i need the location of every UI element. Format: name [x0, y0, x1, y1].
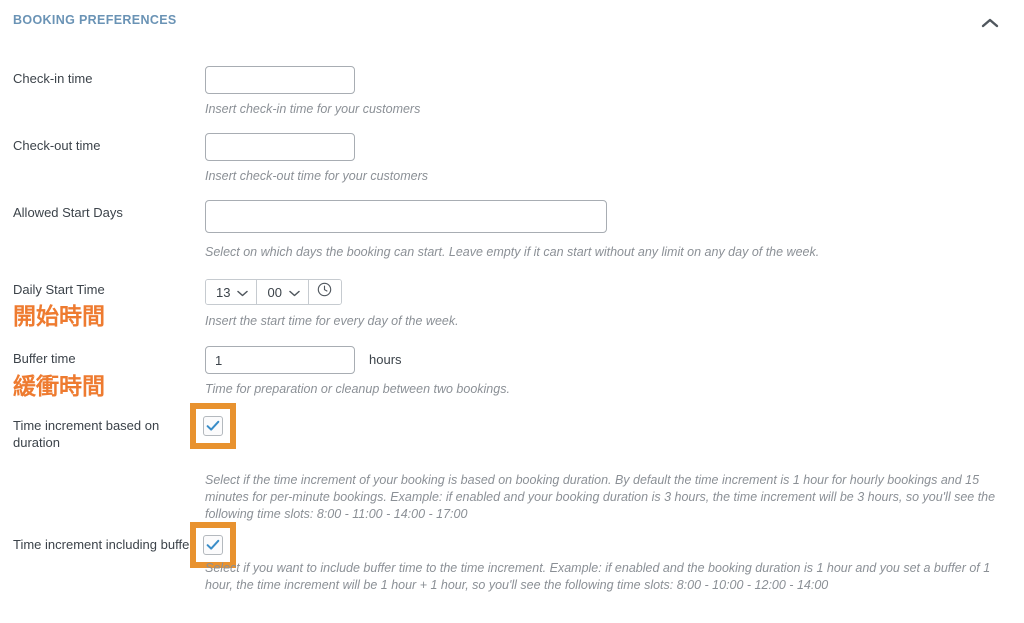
daily-start-minute-value: 00	[267, 284, 282, 300]
page-title: BOOKING PREFERENCES	[13, 13, 177, 27]
time-increment-duration-checkbox[interactable]	[203, 416, 223, 436]
check-in-time-label: Check-in time	[13, 71, 93, 86]
chevron-down-icon	[289, 285, 300, 300]
allowed-start-days-label: Allowed Start Days	[13, 205, 123, 220]
chevron-up-icon	[981, 17, 999, 29]
check-out-time-helper: Insert check-out time for your customers	[205, 169, 428, 183]
buffer-time-helper: Time for preparation or cleanup between …	[205, 382, 510, 396]
time-increment-buffer-helper: Select if you want to include buffer tim…	[205, 561, 991, 592]
time-increment-duration-highlight	[190, 403, 236, 449]
allowed-start-days-helper: Select on which days the booking can sta…	[205, 245, 820, 259]
time-increment-buffer-label: Time increment including buffer	[13, 537, 194, 552]
buffer-time-input[interactable]	[205, 346, 355, 374]
daily-start-time-label: Daily Start Time	[13, 282, 105, 297]
buffer-time-label: Buffer time	[13, 351, 76, 366]
check-out-time-label: Check-out time	[13, 138, 101, 153]
buffer-time-jp-annotation: 緩衝時間	[13, 373, 105, 399]
chevron-down-icon	[237, 285, 249, 300]
daily-start-time-picker-button[interactable]	[308, 280, 341, 304]
check-in-time-helper: Insert check-in time for your customers	[205, 102, 421, 116]
collapse-panel-button[interactable]	[978, 11, 1002, 35]
check-icon	[206, 420, 220, 432]
panel-header: BOOKING PREFERENCES	[0, 0, 1024, 42]
daily-start-time-helper: Insert the start time for every day of t…	[205, 314, 459, 328]
check-out-time-input[interactable]	[205, 133, 355, 161]
buffer-time-unit: hours	[369, 352, 402, 367]
daily-start-time-control[interactable]: 13 00	[205, 279, 342, 305]
daily-start-hour-select[interactable]: 13	[206, 280, 258, 304]
check-icon	[206, 539, 220, 551]
clock-icon	[317, 282, 332, 302]
time-increment-buffer-checkbox[interactable]	[203, 535, 223, 555]
check-in-time-input[interactable]	[205, 66, 355, 94]
time-increment-duration-label: Time increment based on duration	[13, 418, 160, 450]
daily-start-minute-select[interactable]: 00	[257, 280, 309, 304]
allowed-start-days-input[interactable]	[205, 200, 607, 233]
daily-start-time-jp-annotation: 開始時間	[13, 303, 105, 329]
time-increment-duration-helper: Select if the time increment of your boo…	[205, 473, 996, 521]
daily-start-hour-value: 13	[216, 284, 231, 300]
